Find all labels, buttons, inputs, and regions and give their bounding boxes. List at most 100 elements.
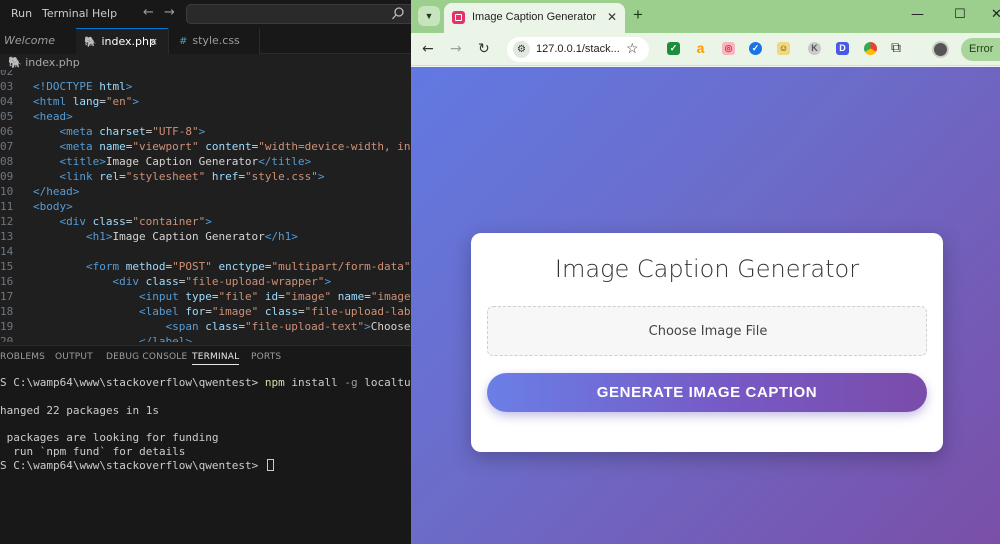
command-center-search[interactable] xyxy=(186,4,411,24)
line-number: 14 xyxy=(0,245,14,258)
code-line[interactable]: 12 <div class="container"> xyxy=(0,214,411,229)
error-badge[interactable]: Error xyxy=(961,38,1000,61)
code-line[interactable]: 06 <meta charset="UTF-8"> xyxy=(0,124,411,139)
code-line[interactable]: 15 <form method="POST" enctype="multipar… xyxy=(0,259,411,274)
terminal-prompt: S C:\wamp64\www\stackoverflow\qwentest> xyxy=(0,459,265,472)
address-bar[interactable]: ⚙ 127.0.0.1/stack... ☆ xyxy=(507,37,649,62)
code-line[interactable]: 10 </head> xyxy=(0,184,411,199)
code-line[interactable]: 14 xyxy=(0,244,411,259)
terminal-flag: -g xyxy=(344,376,358,389)
panel-tabs: ROBLEMS OUTPUT DEBUG CONSOLE TERMINAL PO… xyxy=(0,345,411,371)
bookmark-star-icon[interactable]: ☆ xyxy=(626,40,639,57)
menu-terminal[interactable]: Terminal xyxy=(42,7,89,20)
search-icon xyxy=(392,7,404,20)
forward-icon[interactable]: → xyxy=(450,41,462,57)
code-text: <label for="image" class="file-upload-la… xyxy=(138,305,411,318)
browser-toolbar: ← → ↻ ⚙ 127.0.0.1/stack... ☆ ✓ a ◎ ✓ ☺ K… xyxy=(411,33,1000,66)
extension-icon[interactable]: D xyxy=(836,42,849,55)
code-line[interactable]: 02 xyxy=(0,70,411,79)
extensions-puzzle-icon[interactable]: ⧉ xyxy=(891,40,901,56)
profile-avatar[interactable] xyxy=(932,41,949,58)
extension-icon[interactable]: ✓ xyxy=(667,42,680,55)
line-number: 18 xyxy=(0,305,14,318)
php-file-icon: 🐘 xyxy=(8,56,22,69)
code-text: <title>Image Caption Generator</title> xyxy=(59,155,312,168)
panel-tab-terminal[interactable]: TERMINAL xyxy=(192,352,240,365)
back-arrow-icon[interactable]: ← xyxy=(143,5,154,20)
code-text: <input type="file" id="image" name="imag… xyxy=(138,290,411,303)
browser-tab[interactable]: Image Caption Generator ✕ xyxy=(444,3,625,33)
tab-welcome[interactable]: Welcome xyxy=(0,28,76,54)
extension-icon[interactable]: ✓ xyxy=(749,42,762,55)
line-number: 02 xyxy=(0,70,14,78)
code-text: <body> xyxy=(33,200,73,213)
amazon-extension-icon[interactable]: a xyxy=(694,41,707,55)
extension-icon[interactable]: ☺ xyxy=(777,42,790,55)
error-badge-label: Error xyxy=(969,43,994,55)
vscode-window: Run Terminal Help ← → Welcome 🐘 index.php… xyxy=(0,0,411,544)
code-line[interactable]: 11 <body> xyxy=(0,199,411,214)
code-line[interactable]: 19 <span class="file-upload-text">Choose… xyxy=(0,319,411,334)
terminal-line: hanged 22 packages in 1s xyxy=(0,404,159,417)
extension-icon[interactable]: ◎ xyxy=(722,42,735,55)
reload-icon[interactable]: ↻ xyxy=(478,41,490,57)
code-line[interactable]: 20 </label> xyxy=(0,334,411,342)
page-title: Image Caption Generator xyxy=(554,255,860,283)
code-text: <meta charset="UTF-8"> xyxy=(59,125,206,138)
code-line[interactable]: 05 <head> xyxy=(0,109,411,124)
minimize-icon[interactable]: — xyxy=(911,7,924,22)
panel-tab-problems[interactable]: ROBLEMS xyxy=(0,352,45,362)
code-line[interactable]: 07 <meta name="viewport" content="width=… xyxy=(0,139,411,154)
code-line[interactable]: 09 <link rel="stylesheet" href="style.cs… xyxy=(0,169,411,184)
chrome-extension-icon[interactable] xyxy=(864,42,877,55)
close-tab-icon[interactable]: ✕ xyxy=(607,10,617,24)
new-tab-button[interactable]: + xyxy=(633,5,643,25)
maximize-icon[interactable]: ☐ xyxy=(954,7,966,22)
code-line[interactable]: 16 <div class="file-upload-wrapper"> xyxy=(0,274,411,289)
code-line[interactable]: 04 <html lang="en"> xyxy=(0,94,411,109)
code-line[interactable]: 18 <label for="image" class="file-upload… xyxy=(0,304,411,319)
breadcrumb[interactable]: 🐘 index.php xyxy=(8,56,80,69)
panel-tab-debug-console[interactable]: DEBUG CONSOLE xyxy=(106,352,187,362)
code-text: <div class="file-upload-wrapper"> xyxy=(112,275,332,288)
close-window-icon[interactable]: ✕ xyxy=(991,7,1000,22)
generate-caption-button-label: GENERATE IMAGE CAPTION xyxy=(596,384,818,401)
tab-style-css-label: style.css xyxy=(192,34,240,47)
line-number: 11 xyxy=(0,200,14,213)
code-editor[interactable]: 02 03 <!DOCTYPE html> 04 <html lang="en"> 05 <… xyxy=(0,70,411,342)
forward-arrow-icon[interactable]: → xyxy=(164,5,175,20)
back-icon[interactable]: ← xyxy=(422,41,434,57)
generate-caption-button[interactable]: GENERATE IMAGE CAPTION xyxy=(487,373,927,412)
code-line[interactable]: 08 <title>Image Caption Generator</title… xyxy=(0,154,411,169)
menu-help[interactable]: Help xyxy=(92,7,117,20)
line-number: 06 xyxy=(0,125,14,138)
code-line[interactable]: 13 <h1>Image Caption Generator</h1> xyxy=(0,229,411,244)
code-line[interactable]: 03 <!DOCTYPE html> xyxy=(0,79,411,94)
panel-tab-output[interactable]: OUTPUT xyxy=(55,352,93,362)
terminal-line: S C:\wamp64\www\stackoverflow\qwentest> xyxy=(0,459,274,473)
line-number: 13 xyxy=(0,230,14,243)
extension-icon[interactable]: K xyxy=(808,42,821,55)
file-upload-field[interactable]: Choose Image File xyxy=(487,306,927,356)
tab-index-php[interactable]: 🐘 index.php × xyxy=(76,28,168,54)
vscode-title-bar: Run Terminal Help ← → xyxy=(0,0,411,28)
browser-tab-strip: ▼ Image Caption Generator ✕ + — ☐ ✕ xyxy=(411,0,1000,33)
browser-window: ▼ Image Caption Generator ✕ + — ☐ ✕ ← → … xyxy=(411,0,1000,544)
terminal-args-rest: localtunnel xyxy=(364,376,411,389)
code-text: <link rel="stylesheet" href="style.css"> xyxy=(59,170,325,183)
container-card: Image Caption Generator Choose Image Fil… xyxy=(471,233,943,452)
tab-style-css[interactable]: # style.css xyxy=(168,28,260,54)
breadcrumb-file[interactable]: index.php xyxy=(25,56,80,69)
panel-tab-ports[interactable]: PORTS xyxy=(251,352,281,362)
line-number: 17 xyxy=(0,290,14,303)
site-info-icon[interactable]: ⚙ xyxy=(513,41,530,58)
code-text: <div class="container"> xyxy=(59,215,212,228)
code-text: <meta name="viewport" content="width=dev… xyxy=(59,140,412,153)
code-line[interactable]: 17 <input type="file" id="image" name="i… xyxy=(0,289,411,304)
tab-search-chevron-icon[interactable]: ▼ xyxy=(418,6,440,26)
menu-run[interactable]: Run xyxy=(11,7,32,20)
close-icon[interactable]: × xyxy=(149,29,158,55)
code-text: <form method="POST" enctype="multipart/f… xyxy=(85,260,411,273)
terminal[interactable]: S C:\wamp64\www\stackoverflow\qwentest> … xyxy=(0,371,411,544)
line-number: 05 xyxy=(0,110,14,123)
